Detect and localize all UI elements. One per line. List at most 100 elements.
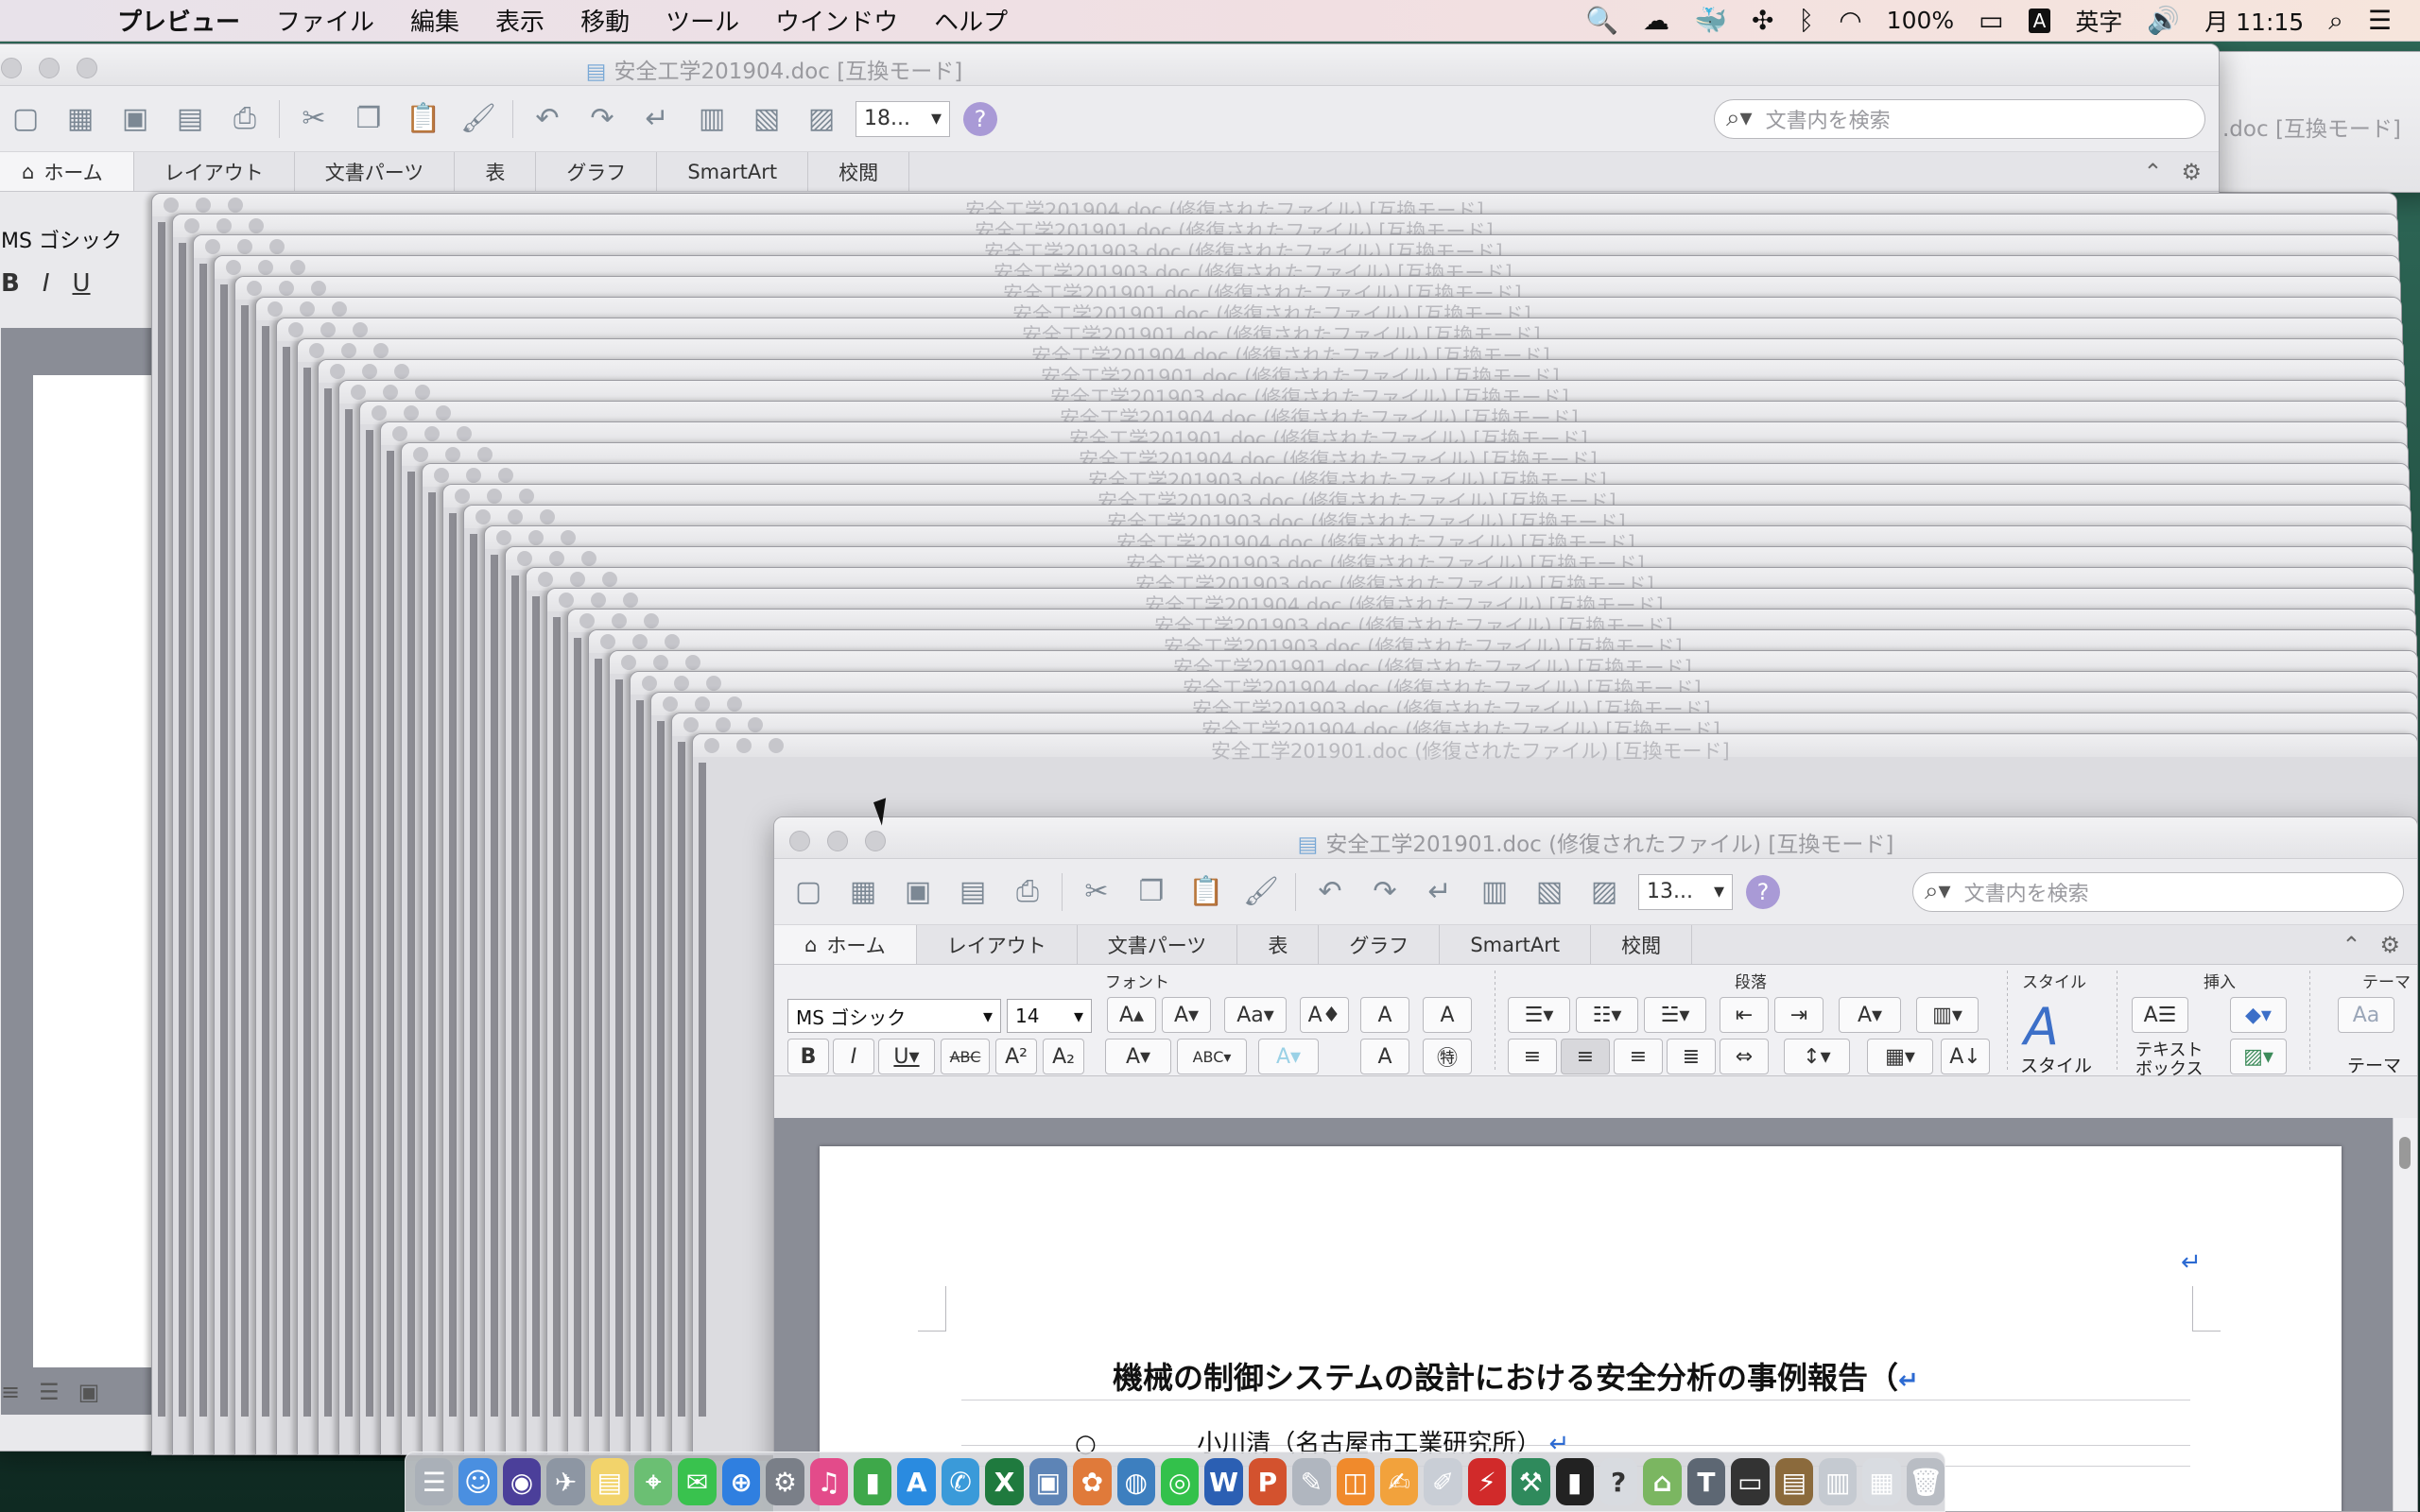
open-icon[interactable]: ▣ <box>897 871 939 913</box>
docker-whale-icon[interactable]: 🐳 <box>1694 5 1727 36</box>
font-name-select[interactable]: MS ゴシック ▾ <box>787 999 1001 1033</box>
minimize-button[interactable] <box>320 322 336 337</box>
close-button[interactable] <box>621 655 636 670</box>
template-gallery-icon[interactable]: ▦ <box>842 871 884 913</box>
save-icon[interactable]: ▤ <box>952 871 994 913</box>
highlight-icon[interactable]: ABC▾ <box>1177 1039 1247 1074</box>
downloads-stack-icon[interactable]: ▥ <box>1819 1458 1858 1505</box>
minimize-button[interactable] <box>279 281 294 296</box>
scroll-thumb[interactable] <box>2399 1137 2411 1169</box>
dock-list-icon[interactable]: ☰ <box>415 1458 454 1505</box>
close-button[interactable] <box>434 468 449 483</box>
minimize-button[interactable] <box>716 717 731 732</box>
menu-file[interactable]: ファイル <box>276 3 374 38</box>
app-status-icon[interactable]: ✣ <box>1752 5 1773 36</box>
photos-icon[interactable]: ✿ <box>1073 1458 1112 1505</box>
close-button[interactable] <box>704 738 719 753</box>
tab-home[interactable]: ⌂ ホーム <box>0 152 134 191</box>
close-button[interactable] <box>663 696 678 712</box>
minimize-button[interactable] <box>736 738 752 753</box>
minimize-button[interactable] <box>632 634 648 649</box>
chat-icon[interactable]: ✆ <box>941 1458 980 1505</box>
zoom-button[interactable] <box>602 572 617 587</box>
gallery-icon[interactable]: ▧ <box>746 98 787 140</box>
trash-icon[interactable]: 🗑 <box>1906 1458 1945 1505</box>
save-icon[interactable]: ▤ <box>169 98 211 140</box>
zoom-button[interactable] <box>457 426 472 441</box>
help-icon[interactable]: ? <box>1746 874 1780 909</box>
minimize-button[interactable] <box>445 447 460 462</box>
tab-home[interactable]: ⌂ ホーム <box>774 925 917 964</box>
sidebar-icon[interactable]: ▥ <box>691 98 733 140</box>
maps-icon[interactable]: ⌖ <box>634 1458 673 1505</box>
battery-app-icon[interactable]: ▭ <box>1731 1458 1770 1505</box>
zoom-button[interactable] <box>436 405 451 421</box>
archive-icon[interactable]: ▤ <box>1774 1458 1813 1505</box>
zoom-button[interactable] <box>228 198 243 213</box>
xcode-icon[interactable]: ⚒ <box>1512 1458 1550 1505</box>
menu-edit[interactable]: 編集 <box>410 3 459 38</box>
gallery-icon[interactable]: ▧ <box>1529 871 1570 913</box>
tab-smartart[interactable]: SmartArt <box>1440 925 1592 964</box>
print-icon[interactable]: ⎙ <box>1007 871 1048 913</box>
minimize-button[interactable] <box>404 405 419 421</box>
search-field[interactable]: ⌕▾ 文書内を検索 <box>1714 98 2205 139</box>
close-button[interactable] <box>538 572 553 587</box>
word-icon[interactable]: W <box>1204 1458 1243 1505</box>
zoom-button[interactable] <box>727 696 742 712</box>
borders-icon[interactable]: ▦▾ <box>1867 1039 1933 1074</box>
strikethrough-button[interactable]: ABC <box>941 1039 990 1074</box>
styles-icon[interactable]: A <box>2024 997 2059 1057</box>
close-button[interactable] <box>413 447 428 462</box>
close-button[interactable] <box>226 260 241 275</box>
close-button[interactable] <box>683 717 699 732</box>
close-button[interactable] <box>268 301 283 317</box>
close-button[interactable] <box>455 489 470 504</box>
line-spacing-icon[interactable]: ↕▾ <box>1784 1039 1850 1074</box>
line-icon[interactable]: ◎ <box>1160 1458 1200 1505</box>
menu-help[interactable]: ヘルプ <box>934 3 1008 38</box>
zoom-button[interactable] <box>394 364 409 379</box>
input-mode-badge[interactable]: A <box>2028 8 2051 33</box>
publishing-view-icon[interactable]: ▣ <box>78 1379 100 1405</box>
zoom-button[interactable] <box>373 343 389 358</box>
columns-icon[interactable]: ▥▾ <box>1916 997 1979 1033</box>
copy-icon[interactable]: ❐ <box>348 98 389 140</box>
underline-button[interactable]: U <box>73 269 91 298</box>
minimize-button[interactable] <box>591 593 606 608</box>
close-button[interactable] <box>247 281 262 296</box>
zoom-select[interactable]: 18... ▾ <box>856 100 950 137</box>
battery-percent[interactable]: 100% <box>1887 7 1954 34</box>
close-button[interactable] <box>475 509 491 524</box>
excel-icon[interactable]: X <box>985 1458 1024 1505</box>
increase-indent-icon[interactable]: ⇥ <box>1774 997 1824 1033</box>
minimize-button[interactable] <box>216 218 232 233</box>
paste-icon[interactable]: 📋 <box>403 98 444 140</box>
zoom-button[interactable] <box>561 530 576 545</box>
subscript-button[interactable]: A₂ <box>1043 1039 1084 1074</box>
font-size-select[interactable]: 14 ▾ <box>1007 999 1092 1033</box>
collapse-ribbon-icon[interactable]: ⌃ <box>2143 159 2162 185</box>
paragraph-mark-icon[interactable]: ↵ <box>1419 871 1461 913</box>
outline-view-icon[interactable]: ☰ <box>39 1379 60 1405</box>
minimize-button[interactable] <box>674 676 689 691</box>
tab-smartart[interactable]: SmartArt <box>657 152 809 191</box>
menu-view[interactable]: 表示 <box>495 3 544 38</box>
close-button[interactable] <box>351 385 366 400</box>
tab-review[interactable]: 校閲 <box>808 152 910 191</box>
menu-tools[interactable]: ツール <box>666 3 739 38</box>
close-button[interactable] <box>309 343 324 358</box>
text-direction-icon[interactable]: A▾ <box>1839 997 1901 1033</box>
character-shading-icon[interactable]: A <box>1360 1039 1409 1074</box>
redo-icon[interactable]: ↷ <box>581 98 623 140</box>
close-button[interactable] <box>559 593 574 608</box>
help-icon[interactable]: ? <box>963 101 997 136</box>
undo-icon[interactable]: ↶ <box>1309 871 1351 913</box>
zoom-button[interactable] <box>623 593 638 608</box>
text-box-icon[interactable]: A☰ <box>2132 997 2188 1033</box>
bluetooth-icon[interactable]: ᛒ <box>1798 5 1814 36</box>
numbers-icon[interactable]: ▮ <box>854 1458 892 1505</box>
minimize-button[interactable] <box>570 572 585 587</box>
close-button[interactable] <box>164 198 179 213</box>
numbering-icon[interactable]: ☷▾ <box>1576 997 1638 1033</box>
